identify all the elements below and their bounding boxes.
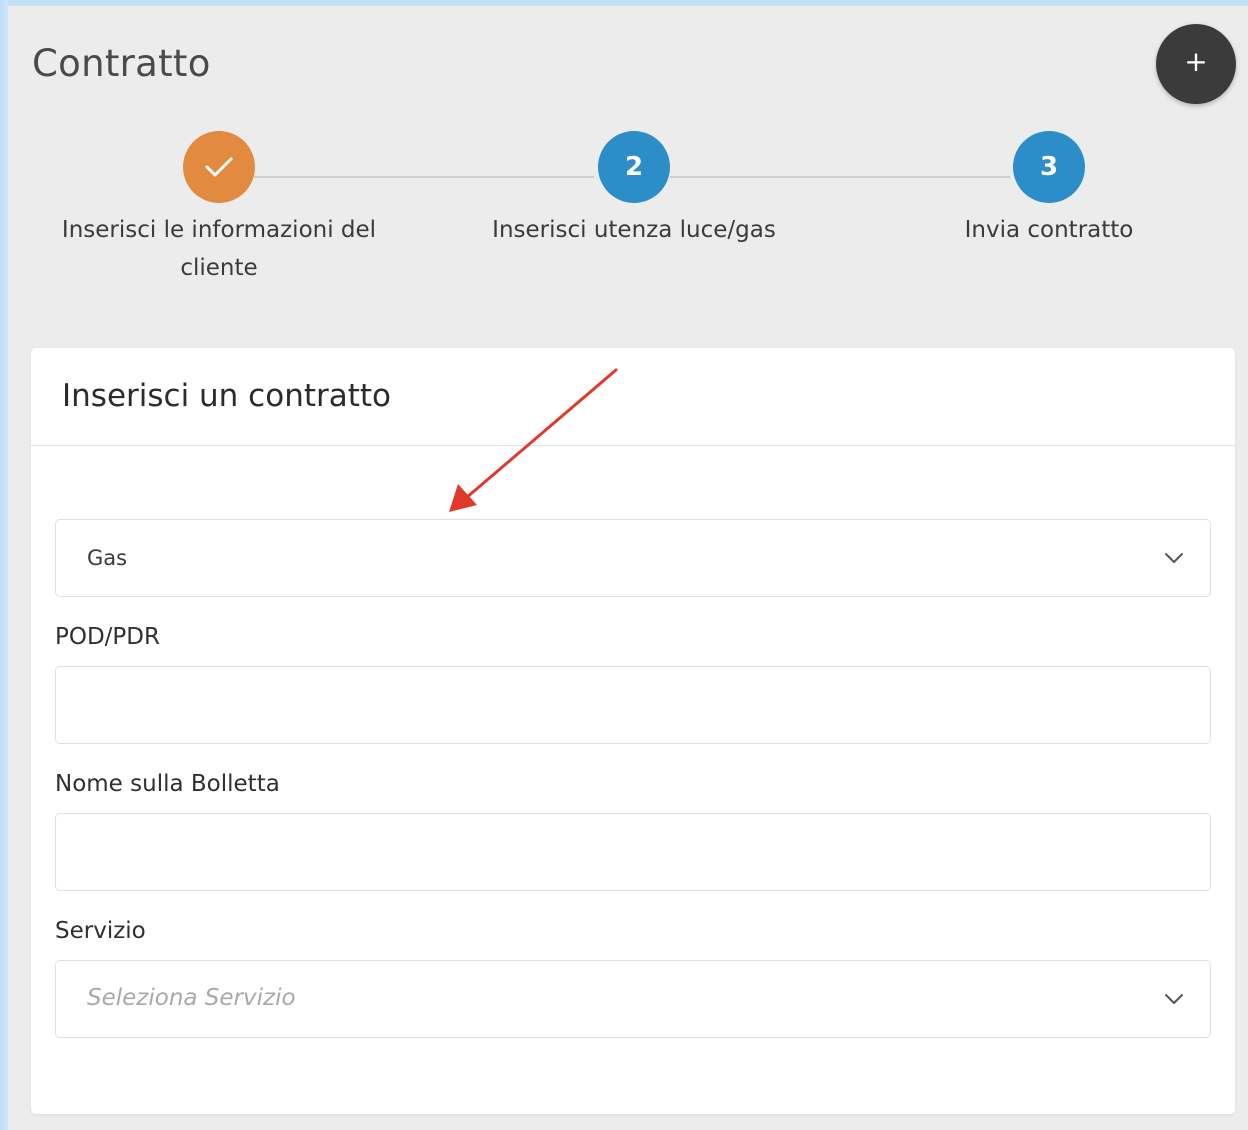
step-2-label: Inserisci utenza luce/gas [492, 217, 776, 243]
page-title: Contratto [32, 42, 211, 85]
step-3-indicator[interactable]: 3 [1013, 131, 1085, 203]
pod-pdr-label: POD/PDR [55, 624, 160, 650]
contract-form-card: Inserisci un contratto Gas POD/PDR Nome … [31, 348, 1235, 1114]
nome-bolletta-label: Nome sulla Bolletta [55, 771, 280, 797]
stepper-connector [670, 176, 1010, 178]
screenshot-border-left [0, 0, 8, 1130]
servizio-label: Servizio [55, 918, 146, 944]
page: Contratto + 2 3 Inserisci le informazion… [8, 6, 1248, 1130]
servizio-select[interactable]: Seleziona Servizio [55, 960, 1211, 1038]
step-2-number: 2 [624, 152, 644, 182]
utility-type-select[interactable]: Gas [55, 519, 1211, 597]
card-title: Inserisci un contratto [62, 378, 392, 414]
pod-pdr-field-wrapper [55, 666, 1211, 744]
step-3-label: Invia contratto [964, 217, 1134, 243]
servizio-placeholder: Seleziona Servizio [87, 985, 296, 1011]
card-divider [31, 445, 1235, 446]
step-1-indicator[interactable] [183, 131, 255, 203]
step-1-label: Inserisci le informazioni del cliente [61, 217, 377, 281]
pod-pdr-input[interactable] [56, 667, 1210, 743]
nome-bolletta-input[interactable] [56, 814, 1210, 890]
plus-icon: + [1184, 45, 1208, 78]
stepper-connector [254, 176, 594, 178]
utility-type-value: Gas [87, 546, 128, 570]
chevron-down-icon [1165, 994, 1183, 1004]
add-button[interactable]: + [1156, 24, 1236, 104]
chevron-down-icon [1165, 553, 1183, 563]
checkmark-icon [205, 157, 233, 177]
nome-bolletta-field-wrapper [55, 813, 1211, 891]
step-3-number: 3 [1039, 152, 1059, 182]
step-2-indicator[interactable]: 2 [598, 131, 670, 203]
